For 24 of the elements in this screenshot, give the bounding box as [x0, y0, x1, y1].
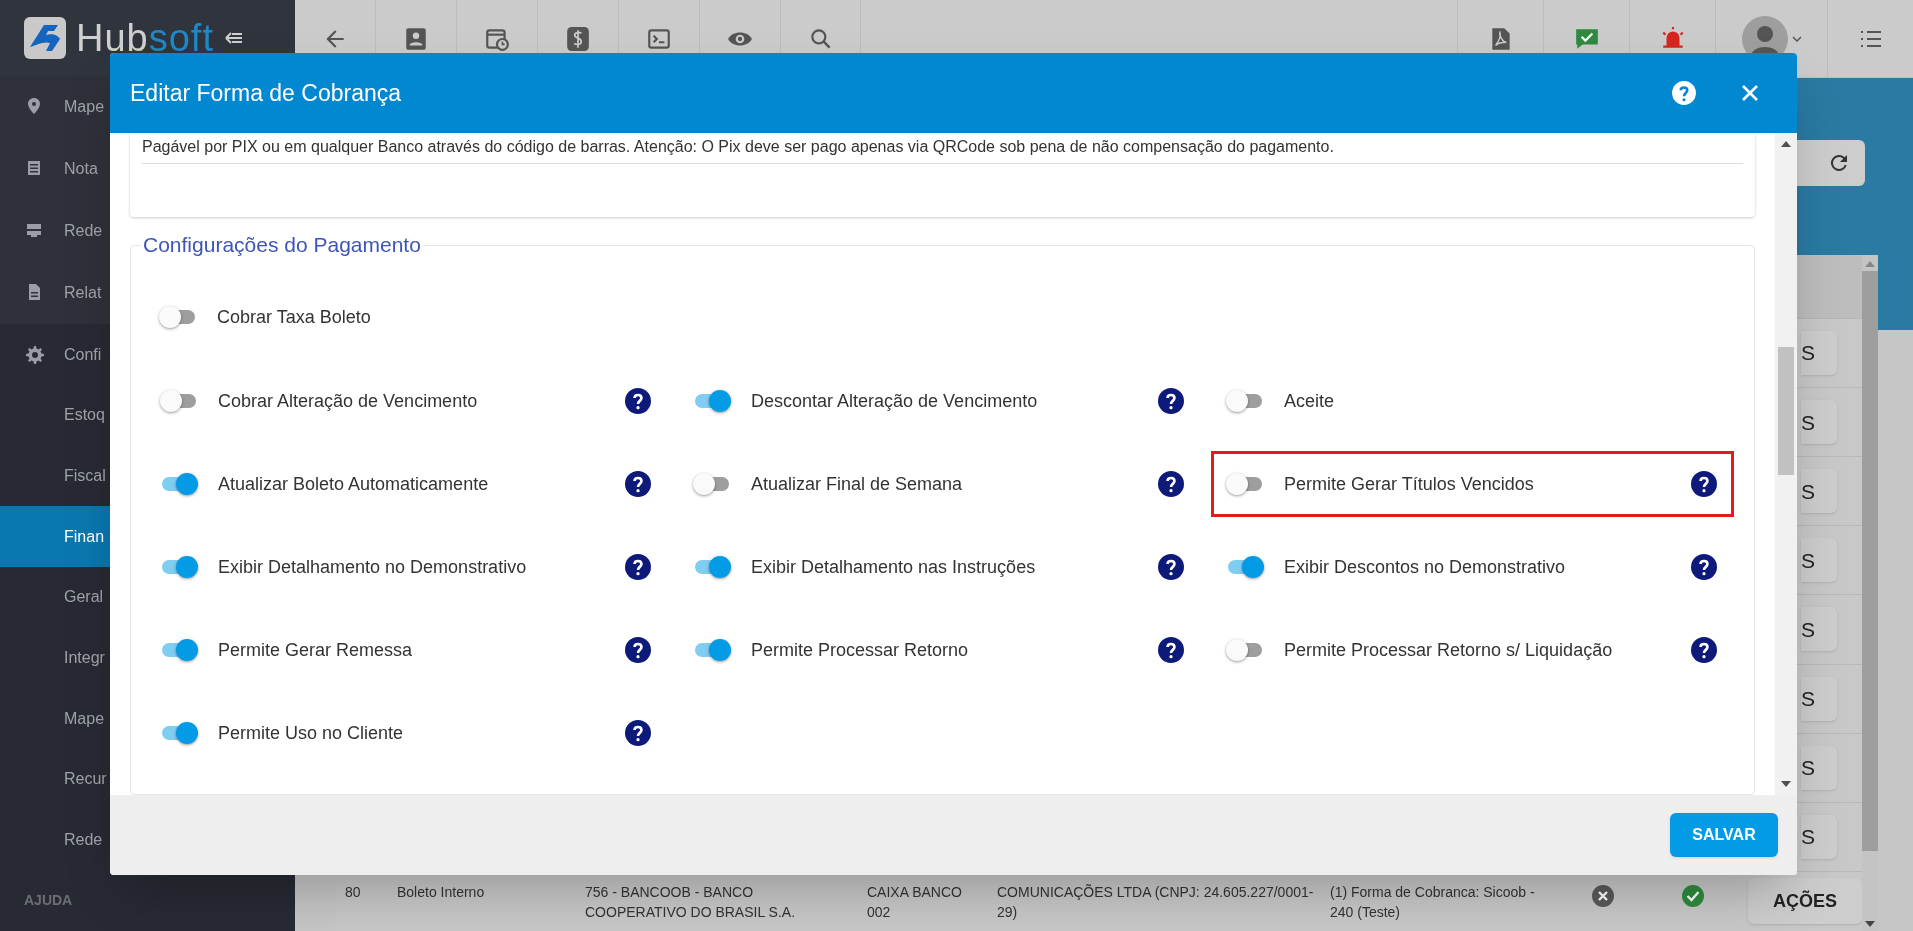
table-cell-text: COMUNICAÇÕES LTDA (CNPJ: 24.605.227/0001-29)	[997, 882, 1315, 922]
table-cell-text: CAIXA BANCO 002	[867, 882, 963, 922]
option-label: Permite Gerar Títulos Vencidos	[1284, 472, 1535, 496]
table-cell-text: 80	[344, 882, 362, 902]
table-cell-text: 756 - BANCOOB - BANCO COOPERATIVO DO BRASIL S.A.	[585, 882, 797, 922]
logo-text: Hubsoft	[76, 19, 214, 58]
option-label: Permite Uso no Cliente	[218, 721, 405, 745]
dialog-title: Editar Forma de Cobrança	[130, 78, 401, 108]
table-cell-text: (1) Forma de Cobranca: Sicoob - 240 (Teste)	[1330, 882, 1536, 922]
option-label: Permite Processar Retorno	[751, 638, 970, 662]
option-label: Aceite	[1284, 389, 1336, 413]
option-label: Descontar Alteração de Vencimento	[751, 389, 1039, 413]
option-label: Exibir Descontos no Demonstrativo	[1284, 555, 1567, 579]
option-label: Cobrar Alteração de Vencimento	[218, 389, 479, 413]
option-label: Exibir Detalhamento nas Instruções	[751, 555, 1037, 579]
option-label: Exibir Detalhamento no Demonstrativo	[218, 555, 528, 579]
option-label: Permite Processar Retorno s/ Liquidação	[1284, 638, 1614, 662]
option-label: Permite Gerar Remessa	[218, 638, 414, 662]
table-cell-text: Boleto Interno	[397, 882, 486, 902]
description-text: Pagável por PIX ou em qualquer Banco através do código de barras. Atenção: O Pix deve ser pago apenas via QRCode sob pena de não compensação do pagamento.	[142, 133, 1743, 164]
option-label: Cobrar Taxa Boleto	[217, 305, 371, 329]
option-label: Atualizar Boleto Automaticamente	[218, 472, 490, 496]
section-label: AJUDA	[24, 891, 73, 911]
option-label: Atualizar Final de Semana	[751, 472, 964, 496]
